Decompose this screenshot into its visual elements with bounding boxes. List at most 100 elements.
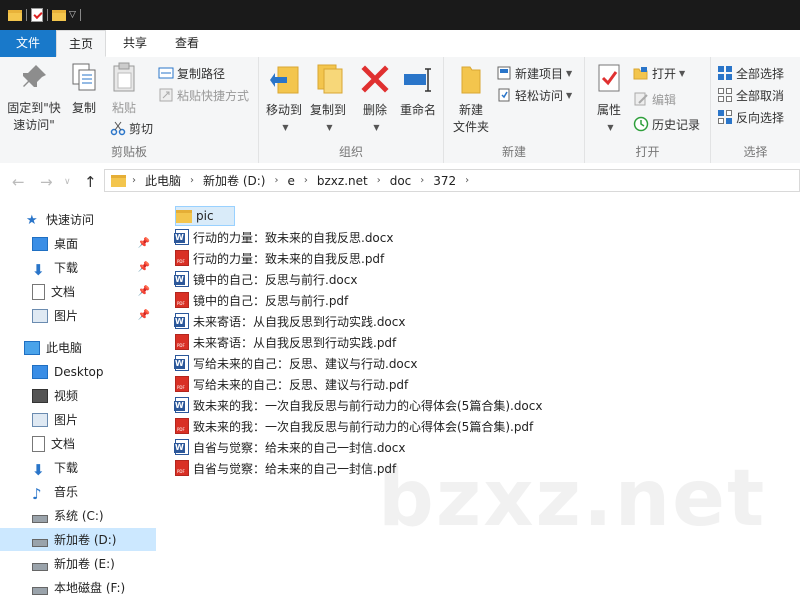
file-name: 未来寄语：从自我反思到行动实践.pdf xyxy=(193,335,397,350)
nav-drive-c[interactable]: 系统 (C:) xyxy=(0,504,156,527)
copy-button[interactable]: 复制 xyxy=(66,61,102,117)
new-group: 新建 文件夹 新建项目 ▼ 轻松访问 ▼ 新建 xyxy=(444,57,585,163)
paste-shortcut-button[interactable]: 粘贴快捷方式 xyxy=(158,85,249,105)
nav-documents[interactable]: 文档 📌 xyxy=(0,280,156,303)
history-label: 历史记录 xyxy=(652,117,701,132)
new-folder-button[interactable]: 新建 文件夹 xyxy=(448,61,494,136)
nav-drive-d[interactable]: 新加卷 (D:) xyxy=(0,528,156,551)
pin-icon[interactable]: 📌 xyxy=(138,262,150,273)
tab-share[interactable]: 共享 xyxy=(110,30,160,57)
nav-label: 此电脑 xyxy=(46,341,83,355)
chevron-right-icon[interactable]: › xyxy=(377,175,381,186)
file-name: 自省与觉察：给未来的自己一封信.pdf xyxy=(193,461,397,476)
new-item-dropdown-icon[interactable]: ▼ xyxy=(566,69,572,78)
list-item[interactable]: 写给未来的自己：反思、建议与行动.pdf xyxy=(175,374,408,394)
nav-quick-access[interactable]: ★ 快速访问 xyxy=(0,208,156,231)
chevron-right-icon[interactable]: › xyxy=(465,175,469,186)
nav-pictures[interactable]: 图片 📌 xyxy=(0,304,156,327)
delete-x-icon xyxy=(361,65,389,93)
pin-icon[interactable]: 📌 xyxy=(138,238,150,249)
nav-videos[interactable]: 视频 xyxy=(0,384,156,407)
breadcrumb-bzxz[interactable]: bzxz.net xyxy=(317,174,368,188)
select-all-button[interactable]: 全部选择 xyxy=(717,63,784,83)
move-to-dropdown-icon[interactable]: ▼ xyxy=(266,119,305,136)
properties-dropdown-icon[interactable]: ▼ xyxy=(592,119,629,136)
recent-locations-chevron-icon[interactable]: ∨ xyxy=(64,177,71,187)
nav-pc-pictures[interactable]: 图片 xyxy=(0,408,156,431)
list-item[interactable]: 未来寄语：从自我反思到行动实践.pdf xyxy=(175,332,396,352)
list-item[interactable]: 镜中的自己：反思与前行.docx xyxy=(174,269,357,289)
breadcrumb-372[interactable]: 372 xyxy=(433,174,456,188)
nav-desktop[interactable]: 桌面 📌 xyxy=(0,232,156,255)
history-button[interactable]: 历史记录 xyxy=(633,114,700,134)
tab-home[interactable]: 主页 xyxy=(56,30,106,57)
breadcrumb-doc[interactable]: doc xyxy=(390,174,412,188)
breadcrumb-this-pc[interactable]: 此电脑 xyxy=(145,172,181,189)
tab-view[interactable]: 查看 xyxy=(162,30,212,57)
document-icon xyxy=(32,435,45,452)
nav-drive-f[interactable]: 本地磁盘 (F:) xyxy=(0,576,156,599)
delete-dropdown-icon[interactable]: ▼ xyxy=(360,119,393,136)
list-item[interactable]: 自省与觉察：给未来的自己一封信.docx xyxy=(174,437,405,457)
pin-icon[interactable]: 📌 xyxy=(138,310,150,321)
list-item[interactable]: pic xyxy=(175,206,235,226)
move-to-button[interactable]: 移动到 ▼ xyxy=(263,61,305,136)
chevron-right-icon[interactable]: › xyxy=(274,175,278,186)
up-arrow-icon[interactable]: ↑ xyxy=(84,173,97,191)
nav-label: 图片 xyxy=(54,309,79,323)
paste-button[interactable]: 粘贴 xyxy=(106,61,142,117)
breadcrumb-e[interactable]: e xyxy=(287,174,294,188)
nav-pc-desktop[interactable]: Desktop xyxy=(0,360,156,383)
tab-file[interactable]: 文件 xyxy=(0,30,56,57)
copy-to-button[interactable]: 复制到 ▼ xyxy=(307,61,349,136)
easy-access-dropdown-icon[interactable]: ▼ xyxy=(566,91,572,100)
properties-icon[interactable] xyxy=(31,8,43,22)
chevron-right-icon[interactable]: › xyxy=(132,175,136,186)
edit-button[interactable]: 编辑 xyxy=(633,89,676,109)
delete-button[interactable]: 删除 ▼ xyxy=(357,61,393,136)
list-item[interactable]: 镜中的自己：反思与前行.pdf xyxy=(175,290,348,310)
breadcrumb-drive-d[interactable]: 新加卷 (D:) xyxy=(203,172,265,189)
pin-to-quick-access-button[interactable]: 固定到"快速访问" xyxy=(4,61,64,134)
nav-drive-e[interactable]: 新加卷 (E:) xyxy=(0,552,156,575)
nav-pc-downloads[interactable]: ⬇ 下载 xyxy=(0,456,156,479)
customize-toolbar-icon[interactable]: ▽ xyxy=(69,10,76,20)
copy-path-button[interactable]: 复制路径 xyxy=(158,63,225,83)
open-dropdown-icon[interactable]: ▼ xyxy=(679,69,685,78)
list-item[interactable]: 自省与觉察：给未来的自己一封信.pdf xyxy=(175,458,396,478)
easy-access-button[interactable]: 轻松访问 ▼ xyxy=(496,85,572,105)
new-folder-icon[interactable] xyxy=(52,9,66,21)
nav-label: 新加卷 (E:) xyxy=(54,557,115,571)
invert-selection-button[interactable]: 反向选择 xyxy=(717,107,784,127)
pdf-file-icon xyxy=(175,250,189,266)
list-item[interactable]: 行动的力量：致未来的自我反思.docx xyxy=(174,227,393,247)
chevron-right-icon[interactable]: › xyxy=(190,175,194,186)
copy-to-icon xyxy=(317,64,343,94)
address-bar[interactable]: › 此电脑 › 新加卷 (D:) › e › bzxz.net › doc › … xyxy=(104,169,800,192)
nav-downloads[interactable]: ⬇ 下载 📌 xyxy=(0,256,156,279)
copy-path-label: 复制路径 xyxy=(177,66,226,81)
copy-to-dropdown-icon[interactable]: ▼ xyxy=(310,119,349,136)
open-button[interactable]: 打开 ▼ xyxy=(633,63,685,83)
list-item[interactable]: 致未来的我：一次自我反思与前行动力的心得体会(5篇合集).pdf xyxy=(175,416,533,436)
chevron-right-icon[interactable]: › xyxy=(304,175,308,186)
nav-pc-documents[interactable]: 文档 xyxy=(0,432,156,455)
back-arrow-icon[interactable]: ← xyxy=(12,173,25,191)
cut-button[interactable]: 剪切 xyxy=(110,118,153,138)
list-item[interactable]: 未来寄语：从自我反思到行动实践.docx xyxy=(174,311,405,331)
pin-icon[interactable]: 📌 xyxy=(138,286,150,297)
select-none-icon xyxy=(718,88,732,102)
nav-music[interactable]: ♪ 音乐 xyxy=(0,480,156,503)
forward-arrow-icon[interactable]: → xyxy=(40,173,53,191)
properties-button[interactable]: 属性 ▼ xyxy=(589,61,629,136)
select-none-button[interactable]: 全部取消 xyxy=(717,85,784,105)
nav-this-pc[interactable]: 此电脑 xyxy=(0,336,156,359)
list-item[interactable]: 致未来的我：一次自我反思与前行动力的心得体会(5篇合集).docx xyxy=(174,395,542,415)
list-item[interactable]: 行动的力量：致未来的自我反思.pdf xyxy=(175,248,384,268)
list-item[interactable]: 写给未来的自己：反思、建议与行动.docx xyxy=(174,353,417,373)
paste-shortcut-icon xyxy=(159,88,173,102)
chevron-right-icon[interactable]: › xyxy=(420,175,424,186)
new-item-button[interactable]: 新建项目 ▼ xyxy=(496,63,572,83)
drive-icon xyxy=(32,562,48,571)
rename-button[interactable]: 重命名 xyxy=(397,61,439,119)
